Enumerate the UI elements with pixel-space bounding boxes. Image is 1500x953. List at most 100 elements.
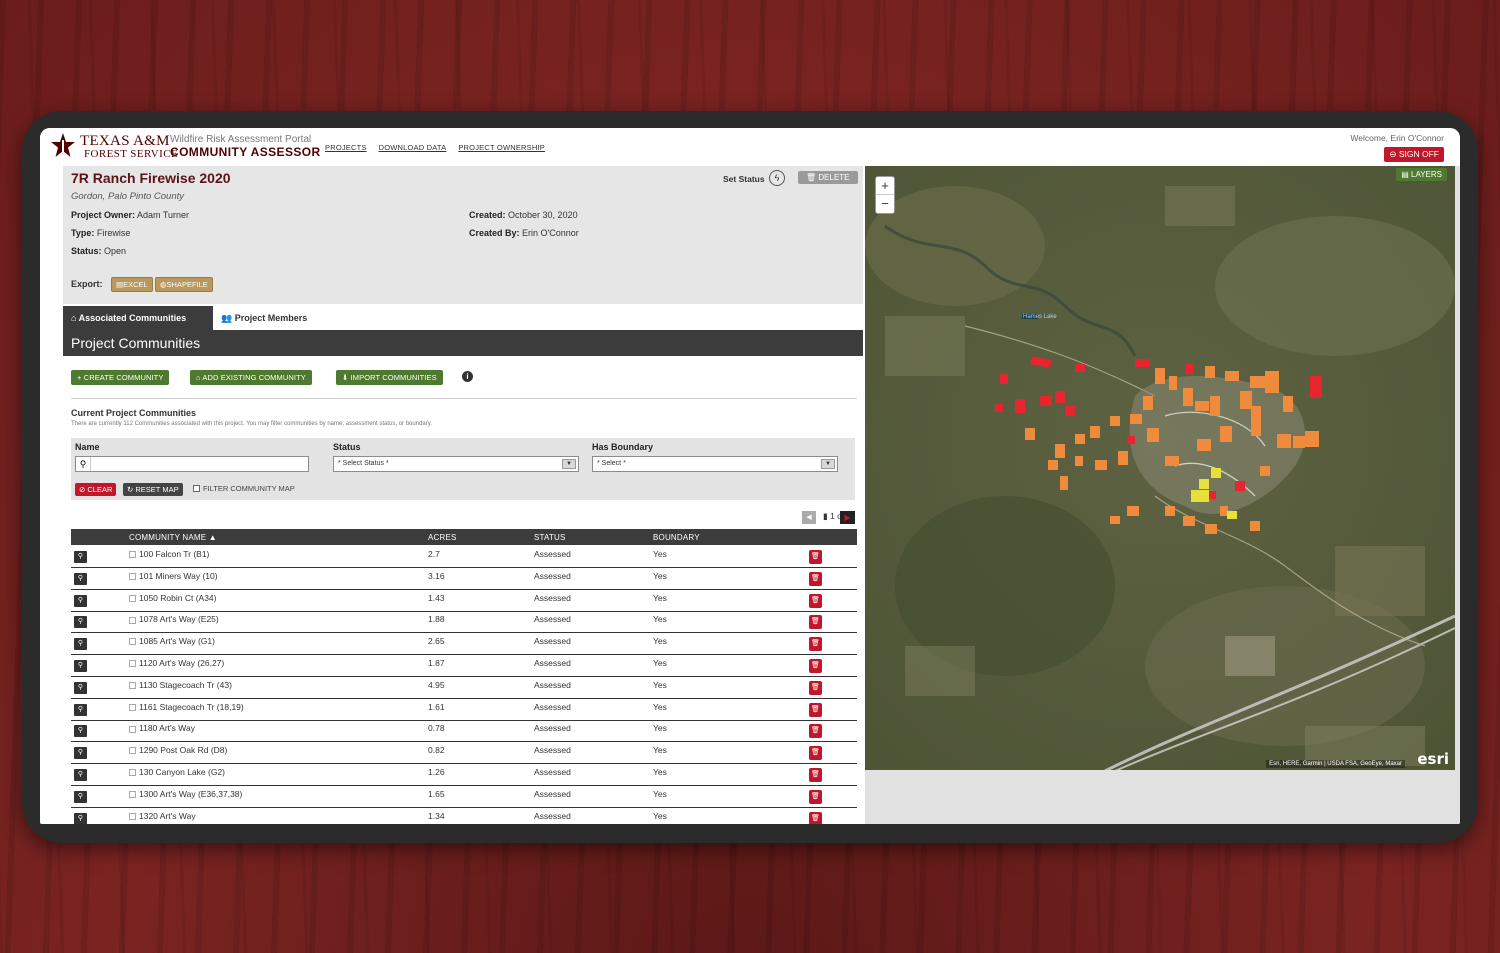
satellite-map[interactable]: Hames Lake + − ▤ LAYERS Esri, HERE, Garm…	[865, 166, 1455, 770]
trash-icon[interactable]: 🗑	[809, 659, 822, 673]
expand-icon[interactable]	[129, 551, 136, 559]
zoom-to-icon[interactable]: ⚲	[74, 812, 87, 824]
community-name-cell[interactable]: 1180 Art's Way	[129, 723, 195, 733]
table-row[interactable]: ⚲ 100 Falcon Tr (B1) 2.7 Assessed Yes 🗑	[71, 546, 857, 568]
col-label: COMMUNITY NAME	[129, 533, 207, 542]
expand-icon[interactable]	[129, 638, 136, 646]
community-name-cell[interactable]: 101 Miners Way (10)	[129, 571, 218, 581]
table-row[interactable]: ⚲ 1078 Art's Way (E25) 1.88 Assessed Yes 🗑	[71, 611, 857, 634]
expand-icon[interactable]	[129, 747, 136, 755]
filter-community-map-checkbox[interactable]	[193, 485, 200, 492]
col-status[interactable]: STATUS	[534, 533, 566, 542]
expand-icon[interactable]	[129, 703, 136, 711]
trash-icon[interactable]: 🗑	[809, 550, 822, 564]
export-shapefile-button[interactable]: ◍SHAPEFILE	[155, 277, 213, 292]
info-icon[interactable]: i	[462, 371, 473, 382]
col-boundary[interactable]: BOUNDARY	[653, 533, 700, 542]
create-community-button[interactable]: + CREATE COMMUNITY	[71, 370, 170, 385]
nav-project-ownership[interactable]: PROJECT OWNERSHIP	[458, 143, 545, 152]
expand-icon[interactable]	[129, 769, 136, 777]
community-name-cell[interactable]: 1078 Art's Way (E25)	[129, 614, 219, 624]
tab-associated-communities[interactable]: ⌂ Associated Communities	[63, 306, 213, 330]
expand-icon[interactable]	[129, 616, 136, 624]
community-name-cell[interactable]: 1320 Art's Way	[129, 811, 196, 821]
expand-icon[interactable]	[129, 573, 136, 581]
trash-icon[interactable]: 🗑	[809, 789, 822, 804]
zoom-to-icon[interactable]: ⚲	[74, 638, 87, 651]
lightning-icon[interactable]: ϟ	[769, 170, 785, 186]
community-name-cell[interactable]: 1120 Art's Way (26,27)	[129, 658, 224, 668]
zoom-to-icon[interactable]: ⚲	[74, 616, 87, 629]
layers-button[interactable]: ▤ LAYERS	[1396, 168, 1447, 181]
prev-page-button[interactable]: ◀	[802, 511, 816, 524]
trash-icon[interactable]: 🗑	[809, 615, 822, 630]
zoom-in-icon[interactable]: +	[876, 177, 894, 195]
trash-icon[interactable]: 🗑	[809, 571, 822, 586]
expand-icon[interactable]	[129, 682, 136, 690]
status-cell: Assessed	[534, 636, 571, 647]
table-row[interactable]: ⚲ 1290 Post Oak Rd (D8) 0.82 Assessed Yes 🗑	[71, 742, 857, 765]
boundary-filter-select[interactable]: * Select * ▼	[592, 456, 838, 472]
sign-off-button[interactable]: ⊖ SIGN OFF	[1384, 147, 1444, 162]
community-name-cell[interactable]: 1085 Art's Way (G1)	[129, 636, 215, 646]
community-name-cell[interactable]: 1050 Robin Ct (A34)	[129, 593, 217, 603]
import-communities-button[interactable]: ⬇ IMPORT COMMUNITIES	[336, 370, 443, 385]
next-page-button[interactable]: ▶	[840, 511, 855, 524]
community-name-cell[interactable]: 1130 Stagecoach Tr (43)	[129, 680, 232, 690]
table-row[interactable]: ⚲ 101 Miners Way (10) 3.16 Assessed Yes 🗑	[71, 568, 857, 590]
table-row[interactable]: ⚲ 1085 Art's Way (G1) 2.65 Assessed Yes 🗑	[71, 633, 857, 656]
community-name-cell[interactable]: 1161 Stagecoach Tr (18,19)	[129, 702, 244, 712]
reset-map-button[interactable]: ↻ RESET MAP	[123, 483, 183, 496]
col-acres[interactable]: ACRES	[428, 533, 457, 542]
trash-icon[interactable]: 🗑	[809, 593, 822, 608]
trash-icon[interactable]: 🗑	[809, 768, 822, 782]
name-filter-label: Name	[75, 442, 100, 452]
expand-icon[interactable]	[129, 660, 136, 668]
clear-button[interactable]: ⊘ CLEAR	[75, 483, 117, 496]
col-community-name[interactable]: COMMUNITY NAME ▲	[129, 533, 217, 542]
table-row[interactable]: ⚲ 1180 Art's Way 0.78 Assessed Yes 🗑	[71, 720, 857, 743]
expand-icon[interactable]	[129, 594, 136, 602]
community-name-cell[interactable]: 130 Canyon Lake (G2)	[129, 767, 225, 777]
community-name-cell[interactable]: 100 Falcon Tr (B1)	[129, 549, 209, 559]
zoom-to-icon[interactable]: ⚲	[74, 572, 87, 585]
zoom-to-icon[interactable]: ⚲	[74, 703, 87, 716]
table-row[interactable]: ⚲ 1120 Art's Way (26,27) 1.87 Assessed Yes 🗑	[71, 655, 857, 677]
trash-icon[interactable]: 🗑	[809, 680, 822, 695]
community-name-cell[interactable]: 1290 Post Oak Rd (D8)	[129, 745, 227, 755]
zoom-to-icon[interactable]: ⚲	[74, 725, 87, 738]
export-excel-button[interactable]: ▤EXCEL	[111, 277, 153, 292]
expand-icon[interactable]	[129, 725, 136, 733]
nav-projects[interactable]: PROJECTS	[325, 143, 367, 152]
acres-cell: 0.82	[428, 745, 445, 756]
table-row[interactable]: ⚲ 130 Canyon Lake (G2) 1.26 Assessed Yes 🗑	[71, 764, 857, 786]
zoom-to-icon[interactable]: ⚲	[74, 790, 87, 803]
table-row[interactable]: ⚲ 1300 Art's Way (E36,37,38) 1.65 Assessed Y…	[71, 786, 857, 808]
table-row[interactable]: ⚲ 1050 Robin Ct (A34) 1.43 Assessed Yes 🗑	[71, 590, 857, 612]
zoom-to-icon[interactable]: ⚲	[74, 681, 87, 694]
nav-download-data[interactable]: DOWNLOAD DATA	[379, 143, 447, 152]
trash-icon[interactable]: 🗑	[809, 811, 822, 824]
trash-icon[interactable]: 🗑	[809, 637, 822, 652]
status-filter-select[interactable]: * Select Status * ▼	[333, 456, 579, 472]
community-name-cell[interactable]: 1300 Art's Way (E36,37,38)	[129, 789, 242, 799]
expand-icon[interactable]	[129, 812, 136, 820]
tab-project-members[interactable]: 👥 Project Members	[213, 306, 315, 330]
name-filter-input[interactable]	[75, 456, 309, 472]
trash-icon[interactable]: 🗑	[809, 702, 822, 717]
add-existing-community-button[interactable]: ⌂ ADD EXISTING COMMUNITY	[190, 370, 312, 385]
zoom-to-icon[interactable]: ⚲	[74, 660, 87, 672]
table-row[interactable]: ⚲ 1320 Art's Way 1.34 Assessed Yes 🗑	[71, 808, 857, 824]
status-cell: Assessed	[534, 570, 571, 581]
zoom-to-icon[interactable]: ⚲	[74, 551, 87, 563]
zoom-to-icon[interactable]: ⚲	[74, 747, 87, 760]
trash-icon[interactable]: 🗑	[809, 746, 822, 761]
zoom-out-icon[interactable]: −	[876, 195, 894, 213]
zoom-to-icon[interactable]: ⚲	[74, 594, 87, 607]
zoom-to-icon[interactable]: ⚲	[74, 769, 87, 781]
delete-button[interactable]: 🗑 DELETE	[798, 171, 858, 184]
table-row[interactable]: ⚲ 1161 Stagecoach Tr (18,19) 1.61 Assessed Y…	[71, 699, 857, 721]
expand-icon[interactable]	[129, 791, 136, 799]
table-row[interactable]: ⚲ 1130 Stagecoach Tr (43) 4.95 Assessed Yes 🗑	[71, 677, 857, 699]
trash-icon[interactable]: 🗑	[809, 724, 822, 739]
